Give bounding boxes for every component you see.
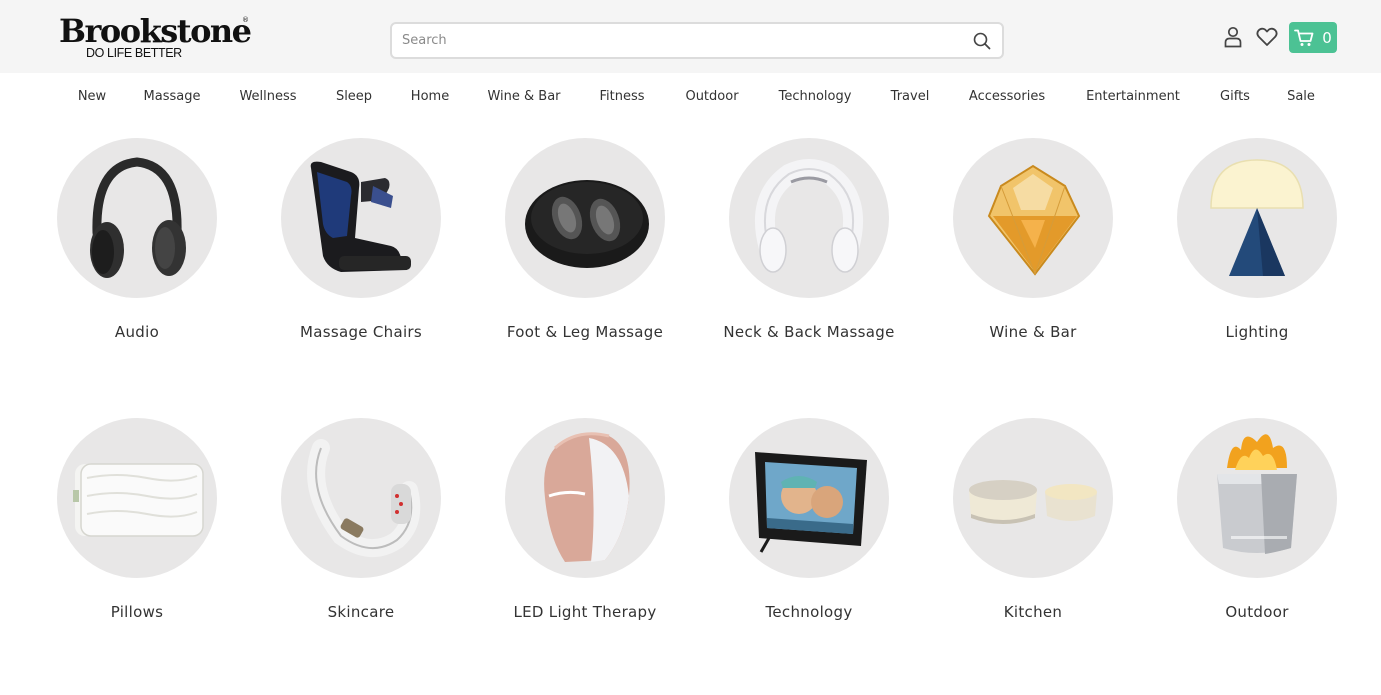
cart-count: 0 <box>1322 28 1332 47</box>
category-led-light-therapy-image[interactable] <box>505 418 665 578</box>
skincare-device-icon <box>307 439 421 558</box>
main-navigation: New Massage Wellness Sleep Home Wine & B… <box>0 73 1381 121</box>
search-button[interactable] <box>962 24 1002 57</box>
logo-registered-mark: ® <box>242 16 249 24</box>
category-pillows-label[interactable]: Pillows <box>37 603 237 622</box>
nav-item-fitness[interactable]: Fitness <box>599 89 644 104</box>
nav-item-technology[interactable]: Technology <box>779 89 852 104</box>
nav-item-sleep[interactable]: Sleep <box>336 89 372 104</box>
headphones-icon <box>90 157 186 278</box>
nav-item-wine-bar[interactable]: Wine & Bar <box>487 89 560 104</box>
nav-item-entertainment[interactable]: Entertainment <box>1086 89 1180 104</box>
bowls-icon <box>969 480 1097 524</box>
led-mask-icon <box>544 432 630 562</box>
nav-item-accessories[interactable]: Accessories <box>969 89 1045 104</box>
category-skincare-label[interactable]: Skincare <box>261 603 461 622</box>
category-kitchen-image[interactable] <box>953 418 1113 578</box>
nav-item-outdoor[interactable]: Outdoor <box>685 89 738 104</box>
cart-button[interactable]: 0 <box>1289 22 1337 53</box>
category-foot-leg-massage-image[interactable] <box>505 138 665 298</box>
category-wine-bar-image[interactable] <box>953 138 1113 298</box>
category-neck-back-massage-image[interactable] <box>729 138 889 298</box>
category-wine-bar-label[interactable]: Wine & Bar <box>933 323 1133 342</box>
account-button[interactable] <box>1221 25 1245 49</box>
category-lighting-label[interactable]: Lighting <box>1157 323 1357 342</box>
search-bar <box>390 22 1004 59</box>
nav-item-new[interactable]: New <box>78 89 106 104</box>
category-pillows-image[interactable] <box>57 418 217 578</box>
heart-icon <box>1256 27 1278 46</box>
category-lighting-image[interactable] <box>1177 138 1337 298</box>
category-massage-chairs-image[interactable] <box>281 138 441 298</box>
cart-icon <box>1294 29 1314 46</box>
search-icon <box>973 32 991 49</box>
category-massage-chairs-label[interactable]: Massage Chairs <box>261 323 461 342</box>
pillow-icon <box>73 463 204 537</box>
nav-item-sale[interactable]: Sale <box>1287 89 1315 104</box>
category-kitchen-label[interactable]: Kitchen <box>933 603 1133 622</box>
category-led-light-therapy-label[interactable]: LED Light Therapy <box>485 603 685 622</box>
category-foot-leg-massage-label[interactable]: Foot & Leg Massage <box>485 323 685 342</box>
nav-item-gifts[interactable]: Gifts <box>1220 89 1250 104</box>
nav-item-wellness[interactable]: Wellness <box>239 89 296 104</box>
logo-wordmark: Brookstone <box>59 12 252 50</box>
fire-pit-icon <box>1217 434 1297 554</box>
category-neck-back-massage-label[interactable]: Neck & Back Massage <box>709 323 909 342</box>
category-technology-label[interactable]: Technology <box>709 603 909 622</box>
lamp-icon <box>1210 159 1304 276</box>
photo-frame-icon <box>755 452 867 553</box>
whiskey-glass-icon <box>987 164 1081 276</box>
category-technology-image[interactable] <box>729 418 889 578</box>
nav-item-home[interactable]: Home <box>411 89 449 104</box>
category-audio-image[interactable] <box>57 138 217 298</box>
massage-chair-icon <box>310 161 411 272</box>
logo-tagline: DO LIFE BETTER <box>86 46 182 60</box>
category-skincare-image[interactable] <box>281 418 441 578</box>
user-icon <box>1224 26 1242 48</box>
neck-massager-icon <box>754 159 864 273</box>
search-input[interactable] <box>392 24 962 57</box>
site-header: Brookstone ® DO LIFE BETTER 0 <box>0 0 1381 73</box>
nav-item-travel[interactable]: Travel <box>891 89 930 104</box>
brookstone-logo[interactable]: Brookstone ® DO LIFE BETTER <box>59 12 252 62</box>
nav-item-massage[interactable]: Massage <box>144 89 201 104</box>
category-outdoor-image[interactable] <box>1177 418 1337 578</box>
wishlist-button[interactable] <box>1255 25 1279 49</box>
category-outdoor-label[interactable]: Outdoor <box>1157 603 1357 622</box>
category-audio-label[interactable]: Audio <box>37 323 237 342</box>
foot-massager-icon <box>525 180 649 268</box>
